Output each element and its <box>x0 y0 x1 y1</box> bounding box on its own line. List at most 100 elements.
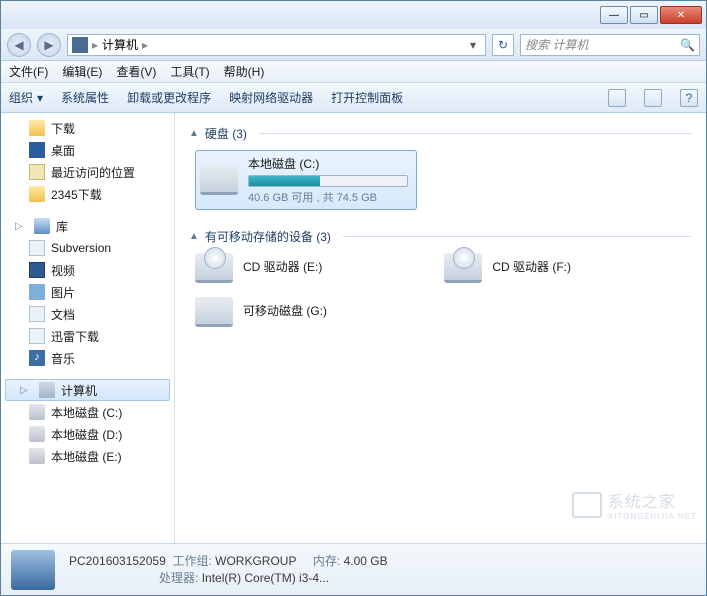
sidebar-item-libraries[interactable]: ▷库 <box>1 215 174 237</box>
tree-label: 本地磁盘 (C:) <box>51 404 122 421</box>
breadcrumb-sep-icon: ▸ <box>142 38 148 52</box>
expand-icon[interactable]: ▷ <box>15 221 26 232</box>
menu-bar: 文件(F) 编辑(E) 查看(V) 工具(T) 帮助(H) <box>1 61 706 83</box>
sidebar-item-subversion[interactable]: Subversion <box>1 237 174 259</box>
hdd-icon <box>200 165 238 195</box>
collapse-icon: ▲ <box>189 231 199 242</box>
address-dropdown-icon[interactable]: ▾ <box>465 38 481 52</box>
cd-drive-icon <box>444 253 482 283</box>
preview-pane-icon[interactable] <box>644 89 662 107</box>
tree-label: 视频 <box>51 262 75 279</box>
video-icon <box>29 262 45 278</box>
search-input[interactable]: 搜索 计算机 🔍 <box>520 34 700 56</box>
address-text: 计算机 <box>102 36 138 53</box>
library-icon <box>34 218 50 234</box>
computer-icon <box>39 382 55 398</box>
drive-label: 可移动磁盘 (G:) <box>243 302 415 319</box>
sidebar-item-computer[interactable]: ▷ 计算机 <box>5 379 170 401</box>
cpu-label: 处理器: <box>159 571 198 585</box>
drive-icon <box>29 404 45 420</box>
address-bar[interactable]: ▸ 计算机 ▸ ▾ <box>67 34 486 56</box>
sidebar-item-drive-d[interactable]: 本地磁盘 (D:) <box>1 423 174 445</box>
organize-button[interactable]: 组织 ▾ <box>9 89 43 106</box>
sidebar-item-drive-c[interactable]: 本地磁盘 (C:) <box>1 401 174 423</box>
drive-item-cd-f[interactable]: CD 驱动器 (F:) <box>444 253 664 283</box>
group-label: 硬盘 (3) <box>205 125 247 142</box>
minimize-button[interactable]: — <box>600 6 628 24</box>
picture-icon <box>29 284 45 300</box>
group-label: 有可移动存储的设备 (3) <box>205 228 331 245</box>
forward-button[interactable]: ▶ <box>37 33 61 57</box>
watermark: 系统之家 XITONGZHIJIA.NET <box>572 488 697 521</box>
sidebar-item-documents[interactable]: 文档 <box>1 303 174 325</box>
cpu-value: Intel(R) Core(TM) i3-4... <box>202 571 329 585</box>
memory-label: 内存: <box>313 554 340 568</box>
divider <box>259 133 692 134</box>
tree-label: 最近访问的位置 <box>51 164 135 181</box>
back-button[interactable]: ◀ <box>7 33 31 57</box>
drive-icon <box>29 426 45 442</box>
menu-help[interactable]: 帮助(H) <box>224 63 265 80</box>
sidebar-item-desktop[interactable]: 桌面 <box>1 139 174 161</box>
sidebar-item-downloads[interactable]: 下载 <box>1 117 174 139</box>
watermark-sub: XITONGZHIJIA.NET <box>608 512 697 521</box>
music-icon: ♪ <box>29 350 45 366</box>
menu-tools[interactable]: 工具(T) <box>170 63 209 80</box>
group-header-hdd[interactable]: ▲ 硬盘 (3) <box>189 125 692 142</box>
drive-item-c[interactable]: 本地磁盘 (C:) 40.6 GB 可用 , 共 74.5 GB <box>195 150 417 210</box>
menu-file[interactable]: 文件(F) <box>9 63 48 80</box>
tree-label: 库 <box>56 218 68 235</box>
refresh-button[interactable]: ↻ <box>492 34 514 56</box>
desktop-icon <box>29 142 45 158</box>
nav-bar: ◀ ▶ ▸ 计算机 ▸ ▾ ↻ 搜索 计算机 🔍 <box>1 29 706 61</box>
drive-label: CD 驱动器 (F:) <box>492 258 664 275</box>
capacity-text: 40.6 GB 可用 , 共 74.5 GB <box>248 189 412 205</box>
folder-icon <box>29 120 45 136</box>
system-properties-button[interactable]: 系统属性 <box>61 89 109 106</box>
tree-label: 下载 <box>51 120 75 137</box>
sidebar: 下载 桌面 最近访问的位置 2345下载 ▷库 Subversion 视频 图片… <box>1 113 175 543</box>
collapse-icon: ▲ <box>189 128 199 139</box>
document-icon <box>29 306 45 322</box>
menu-edit[interactable]: 编辑(E) <box>62 63 102 80</box>
tree-label: 计算机 <box>61 382 97 399</box>
divider <box>343 236 692 237</box>
sidebar-item-videos[interactable]: 视频 <box>1 259 174 281</box>
tree-label: 文档 <box>51 306 75 323</box>
recent-icon <box>29 164 45 180</box>
file-icon <box>29 328 45 344</box>
file-icon <box>29 240 45 256</box>
sidebar-item-drive-e[interactable]: 本地磁盘 (E:) <box>1 445 174 467</box>
sidebar-item-thunder[interactable]: 迅雷下载 <box>1 325 174 347</box>
control-panel-button[interactable]: 打开控制面板 <box>331 89 403 106</box>
drive-label: CD 驱动器 (E:) <box>243 258 415 275</box>
view-options-icon[interactable] <box>608 89 626 107</box>
tree-label: 本地磁盘 (E:) <box>51 448 122 465</box>
group-header-removable[interactable]: ▲ 有可移动存储的设备 (3) <box>189 228 692 245</box>
computer-icon <box>72 37 88 53</box>
help-icon[interactable]: ? <box>680 89 698 107</box>
drive-item-cd-e[interactable]: CD 驱动器 (E:) <box>195 253 415 283</box>
drive-item-removable-g[interactable]: 可移动磁盘 (G:) <box>195 297 415 327</box>
chevron-down-icon: ▾ <box>37 91 43 105</box>
removable-drive-icon <box>195 297 233 327</box>
uninstall-button[interactable]: 卸载或更改程序 <box>127 89 211 106</box>
menu-view[interactable]: 查看(V) <box>116 63 156 80</box>
cd-drive-icon <box>195 253 233 283</box>
computer-large-icon <box>11 550 55 590</box>
tree-label: 2345下载 <box>51 186 102 203</box>
sidebar-item-music[interactable]: ♪音乐 <box>1 347 174 369</box>
memory-value: 4.00 GB <box>344 554 388 568</box>
sidebar-item-recent[interactable]: 最近访问的位置 <box>1 161 174 183</box>
tree-label: Subversion <box>51 241 111 255</box>
sidebar-item-pictures[interactable]: 图片 <box>1 281 174 303</box>
tree-label: 桌面 <box>51 142 75 159</box>
sidebar-item-2345[interactable]: 2345下载 <box>1 183 174 205</box>
drive-label: 本地磁盘 (C:) <box>248 155 412 172</box>
close-button[interactable]: ✕ <box>660 6 702 24</box>
expand-icon[interactable]: ▷ <box>20 385 31 396</box>
watermark-logo-icon <box>572 492 602 518</box>
search-placeholder: 搜索 计算机 <box>525 36 588 53</box>
map-drive-button[interactable]: 映射网络驱动器 <box>229 89 313 106</box>
maximize-button[interactable]: ▭ <box>630 6 658 24</box>
